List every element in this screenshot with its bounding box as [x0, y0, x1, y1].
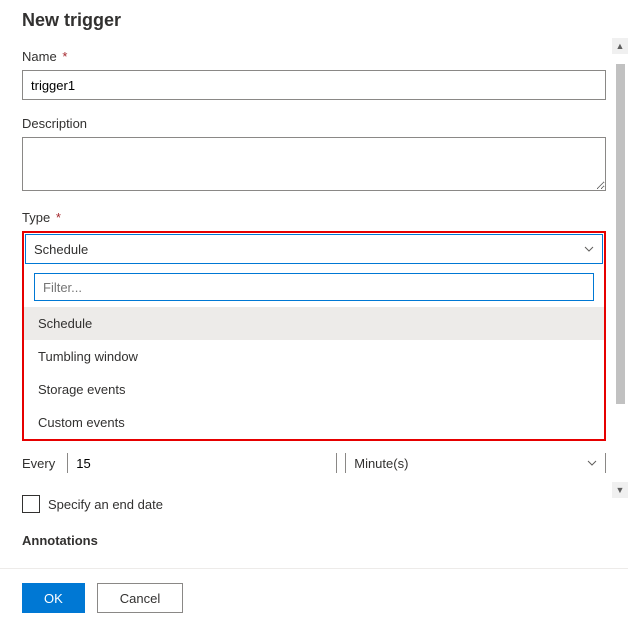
type-option-tumbling[interactable]: Tumbling window [24, 340, 604, 373]
description-input[interactable] [22, 137, 606, 191]
type-filter-input[interactable] [34, 273, 594, 301]
every-row: Every Minute(s) [22, 453, 606, 473]
every-label: Every [22, 456, 55, 471]
type-dropdown-panel: Schedule Tumbling window Storage events … [24, 265, 604, 439]
type-label-text: Type [22, 210, 50, 225]
chevron-down-icon [587, 456, 597, 471]
scroll-down-icon[interactable]: ▼ [612, 482, 628, 498]
required-indicator: * [62, 49, 67, 64]
cancel-button[interactable]: Cancel [97, 583, 183, 613]
description-label: Description [22, 116, 606, 131]
scroll-thumb[interactable] [616, 64, 625, 404]
end-date-checkbox[interactable] [22, 495, 40, 513]
type-option-schedule[interactable]: Schedule [24, 307, 604, 340]
type-option-storage[interactable]: Storage events [24, 373, 604, 406]
name-label: Name * [22, 49, 606, 64]
footer: OK Cancel [0, 568, 628, 627]
name-field: Name * [22, 49, 606, 100]
type-option-custom[interactable]: Custom events [24, 406, 604, 439]
every-unit-value: Minute(s) [354, 456, 408, 471]
every-unit-select[interactable]: Minute(s) [345, 453, 606, 473]
chevron-down-icon [584, 242, 594, 257]
type-select[interactable]: Schedule [25, 234, 603, 264]
name-label-text: Name [22, 49, 57, 64]
scrollbar-vertical[interactable]: ▲ ▼ [612, 38, 628, 498]
type-select-value: Schedule [34, 242, 88, 257]
scroll-up-icon[interactable]: ▲ [612, 38, 628, 54]
description-field: Description [22, 116, 606, 194]
name-input[interactable] [22, 70, 606, 100]
type-field: Type * Schedule Schedule Tumbling window… [22, 210, 606, 441]
ok-button[interactable]: OK [22, 583, 85, 613]
every-value-input[interactable] [67, 453, 337, 473]
type-dropdown-highlight: Schedule Schedule Tumbling window Storag… [22, 231, 606, 441]
end-date-row: Specify an end date [22, 495, 606, 513]
annotations-label: Annotations [22, 533, 606, 548]
required-indicator: * [56, 210, 61, 225]
end-date-label: Specify an end date [48, 497, 163, 512]
page-title: New trigger [22, 10, 606, 31]
type-label: Type * [22, 210, 606, 225]
